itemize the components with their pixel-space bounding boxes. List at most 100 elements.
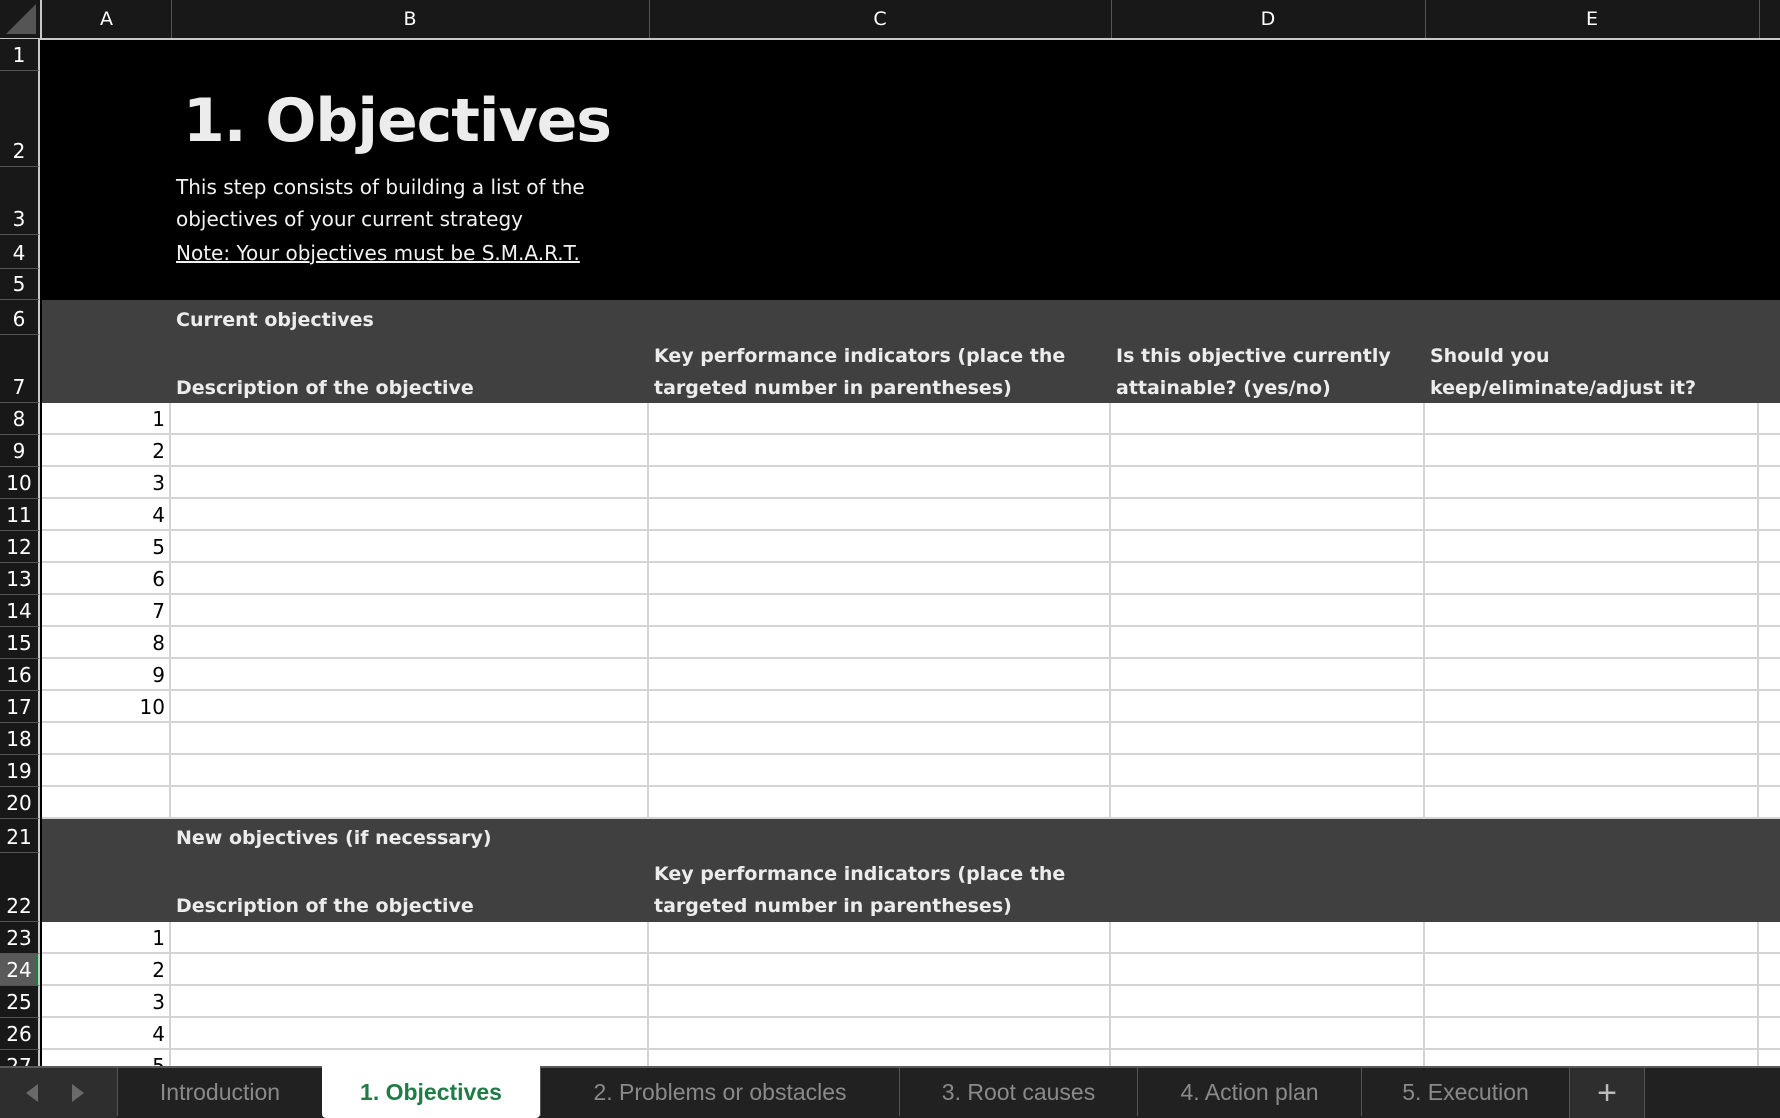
row-header-2[interactable]: 2 <box>0 71 40 167</box>
row-header-3[interactable]: 3 <box>0 167 40 235</box>
add-sheet-button[interactable]: + <box>1569 1068 1645 1118</box>
cell-d[interactable] <box>1111 922 1425 952</box>
cell-b[interactable] <box>171 723 649 753</box>
cell-c[interactable] <box>649 922 1111 952</box>
cell-b[interactable] <box>171 954 649 984</box>
row-header-4[interactable]: 4 <box>0 235 40 269</box>
cell-e[interactable] <box>1425 403 1759 433</box>
cell-a[interactable]: 3 <box>42 467 171 497</box>
cell-d[interactable] <box>1111 467 1425 497</box>
cell-a[interactable]: 1 <box>42 922 171 952</box>
cell-a[interactable]: 4 <box>42 1018 171 1048</box>
row-header-9[interactable]: 9 <box>0 435 40 467</box>
cell-d[interactable] <box>1111 499 1425 529</box>
cell-d[interactable] <box>1111 659 1425 689</box>
cell-c[interactable] <box>649 595 1111 625</box>
cell-a[interactable]: 9 <box>42 659 171 689</box>
cell-d[interactable] <box>1111 595 1425 625</box>
cell-d[interactable] <box>1111 954 1425 984</box>
cell-a[interactable] <box>42 723 171 753</box>
cell-d[interactable] <box>1111 403 1425 433</box>
cell-e[interactable] <box>1425 954 1759 984</box>
row-header-26[interactable]: 26 <box>0 1018 40 1050</box>
scroll-tabs-left-icon[interactable] <box>26 1084 38 1102</box>
cell-e[interactable] <box>1425 499 1759 529</box>
cell-c[interactable] <box>649 499 1111 529</box>
column-header-a[interactable]: A <box>42 0 172 38</box>
tab-objectives[interactable]: 1. Objectives <box>322 1066 540 1118</box>
cell-c[interactable] <box>649 467 1111 497</box>
row-header-1[interactable]: 1 <box>0 39 40 71</box>
cell-c[interactable] <box>649 723 1111 753</box>
cell-e[interactable] <box>1425 627 1759 657</box>
cell-a[interactable]: 2 <box>42 435 171 465</box>
cell-a[interactable]: 3 <box>42 986 171 1016</box>
row-header-12[interactable]: 12 <box>0 531 40 563</box>
cell-d[interactable] <box>1111 531 1425 561</box>
tab-problems-or-obstacles[interactable]: 2. Problems or obstacles <box>540 1068 899 1116</box>
row-header-19[interactable]: 19 <box>0 755 40 787</box>
cell-b[interactable] <box>171 467 649 497</box>
row-header-24[interactable]: 24 <box>0 954 40 986</box>
cell-c[interactable] <box>649 563 1111 593</box>
tab-action-plan[interactable]: 4. Action plan <box>1137 1068 1361 1116</box>
row-header-10[interactable]: 10 <box>0 467 40 499</box>
row-header-22[interactable]: 22 <box>0 853 40 922</box>
tab-root-causes[interactable]: 3. Root causes <box>899 1068 1137 1116</box>
cell-b[interactable] <box>171 595 649 625</box>
cell-d[interactable] <box>1111 787 1425 817</box>
row-header-21[interactable]: 21 <box>0 819 40 853</box>
cell-b[interactable] <box>171 435 649 465</box>
cell-b[interactable] <box>171 1018 649 1048</box>
cell-e[interactable] <box>1425 1018 1759 1048</box>
cell-e[interactable] <box>1425 723 1759 753</box>
cell-a[interactable] <box>42 787 171 817</box>
cell-b[interactable] <box>171 531 649 561</box>
cell-a[interactable]: 6 <box>42 563 171 593</box>
cell-e[interactable] <box>1425 755 1759 785</box>
cell-c[interactable] <box>649 986 1111 1016</box>
cell-d[interactable] <box>1111 1050 1425 1066</box>
cell-e[interactable] <box>1425 787 1759 817</box>
row-header-18[interactable]: 18 <box>0 723 40 755</box>
cell-c[interactable] <box>649 627 1111 657</box>
cell-e[interactable] <box>1425 531 1759 561</box>
cell-e[interactable] <box>1425 435 1759 465</box>
cell-a[interactable]: 5 <box>42 1050 171 1066</box>
cell-b[interactable] <box>171 691 649 721</box>
cell-c[interactable] <box>649 755 1111 785</box>
cell-d[interactable] <box>1111 627 1425 657</box>
select-all-button[interactable] <box>0 0 42 38</box>
row-header-15[interactable]: 15 <box>0 627 40 659</box>
tab-introduction[interactable]: Introduction <box>117 1068 322 1116</box>
row-header-27[interactable]: 27 <box>0 1050 40 1066</box>
cell-b[interactable] <box>171 986 649 1016</box>
cell-e[interactable] <box>1425 691 1759 721</box>
row-header-7[interactable]: 7 <box>0 335 40 403</box>
cell-a[interactable]: 1 <box>42 403 171 433</box>
row-header-6[interactable]: 6 <box>0 300 40 335</box>
cell-c[interactable] <box>649 954 1111 984</box>
cell-c[interactable] <box>649 403 1111 433</box>
cell-e[interactable] <box>1425 1050 1759 1066</box>
column-header-b[interactable]: B <box>171 0 650 38</box>
row-header-8[interactable]: 8 <box>0 403 40 435</box>
cell-b[interactable] <box>171 1050 649 1066</box>
row-header-11[interactable]: 11 <box>0 499 40 531</box>
cell-b[interactable] <box>171 499 649 529</box>
cell-d[interactable] <box>1111 986 1425 1016</box>
cell-e[interactable] <box>1425 595 1759 625</box>
cell-c[interactable] <box>649 659 1111 689</box>
cell-a[interactable]: 2 <box>42 954 171 984</box>
row-header-17[interactable]: 17 <box>0 691 40 723</box>
cell-a[interactable] <box>42 755 171 785</box>
cell-b[interactable] <box>171 563 649 593</box>
cell-b[interactable] <box>171 787 649 817</box>
column-header-d[interactable]: D <box>1111 0 1426 38</box>
column-header-c[interactable]: C <box>649 0 1112 38</box>
cell-d[interactable] <box>1111 723 1425 753</box>
cell-b[interactable] <box>171 922 649 952</box>
cell-e[interactable] <box>1425 563 1759 593</box>
row-header-16[interactable]: 16 <box>0 659 40 691</box>
cell-b[interactable] <box>171 659 649 689</box>
